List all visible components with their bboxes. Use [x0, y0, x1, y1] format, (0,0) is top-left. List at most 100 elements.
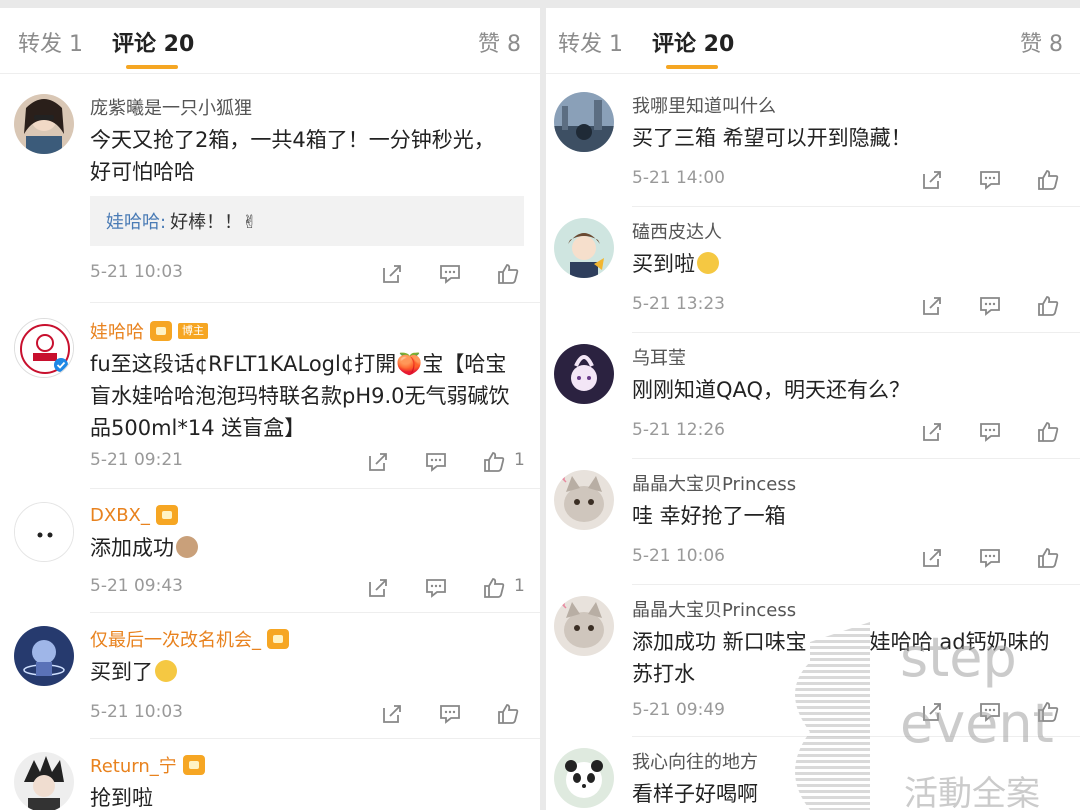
avatar[interactable] [554, 92, 614, 152]
username[interactable]: 磕西皮达人 [632, 218, 722, 244]
share-icon[interactable] [380, 702, 406, 726]
tab-bar: 转发 1 评论 20 赞 8 [0, 8, 540, 74]
tab-comment[interactable]: 评论 20 [652, 26, 734, 58]
reply-text: 好棒！！✌ [170, 212, 258, 233]
comment-text: 今天又抢了2箱，一共4箱了！一分钟秒光，好可怕哈哈 [90, 128, 495, 184]
divider [90, 738, 540, 739]
divider [632, 736, 1080, 737]
comment-meta: 5-21 10:03 [90, 262, 540, 286]
avatar[interactable] [14, 94, 74, 154]
tab-repost[interactable]: 转发 1 [558, 26, 623, 58]
comment-icon[interactable] [424, 576, 450, 600]
comment-icon[interactable] [978, 168, 1004, 192]
share-icon[interactable] [920, 700, 946, 724]
comment-icon[interactable] [978, 546, 1004, 570]
divider [632, 584, 1080, 585]
username[interactable]: 娃哈哈 [90, 318, 144, 344]
like-icon[interactable] [482, 450, 508, 474]
comment-icon[interactable] [424, 450, 450, 474]
comment-meta: 5-21 09:49 [632, 700, 1080, 724]
vip-icon [155, 505, 178, 525]
comment-icon[interactable] [438, 702, 464, 726]
comment-text: 添加成功 [90, 536, 174, 560]
comment-text: fu至这段话¢RFLT1KALogl¢打開🍑宝【哈宝盲水娃哈哈泡泡玛特联名款pH… [90, 352, 510, 440]
share-icon[interactable] [920, 168, 946, 192]
like-count: 1 [514, 576, 525, 596]
comment-meta: 5-21 10:03 [90, 702, 540, 726]
comment-text: 买了三箱 希望可以开到隐藏！ [632, 126, 912, 150]
tab-bar: 转发 1 评论 20 赞 8 [546, 8, 1080, 74]
avatar[interactable] [554, 344, 614, 404]
comment-icon[interactable] [978, 294, 1004, 318]
avatar[interactable] [14, 502, 74, 562]
comment-panel-left: 转发 1 评论 20 赞 8 庞紫曦是一只小狐狸 今天又抢了2箱，一共4箱了！一… [0, 8, 540, 810]
comment-icon[interactable] [978, 700, 1004, 724]
active-tab-indicator [126, 65, 178, 69]
username[interactable]: 我哪里知道叫什么 [632, 92, 776, 118]
like-icon[interactable] [1036, 546, 1062, 570]
like-icon[interactable] [482, 576, 508, 600]
avatar[interactable] [554, 596, 614, 656]
comment-time: 5-21 14:00 [632, 168, 725, 188]
username[interactable]: 仅最后一次改名机会_ [90, 626, 261, 652]
comment-meta: 5-21 09:21 1 [90, 450, 540, 474]
comment-time: 5-21 09:43 [90, 576, 183, 596]
avatar[interactable] [554, 748, 614, 808]
avatar[interactable] [554, 470, 614, 530]
comment-meta: 5-21 12:26 [632, 420, 1080, 444]
like-icon[interactable] [496, 262, 522, 286]
like-count: 1 [514, 450, 525, 470]
username[interactable]: 晶晶大宝贝Princess [632, 470, 796, 496]
comment-text: 添加成功 新口味宝 娃哈哈 ad钙奶味的苏打水 [632, 630, 1050, 686]
comment-text: 买到了 [90, 660, 153, 684]
comment-icon[interactable] [438, 262, 464, 286]
tab-like[interactable]: 赞 8 [1020, 26, 1063, 58]
username[interactable]: 晶晶大宝贝Princess [632, 596, 796, 622]
comment-time: 5-21 09:49 [632, 700, 725, 720]
vip-icon [182, 755, 205, 775]
cat-emoji-icon [176, 536, 198, 558]
reply-username[interactable]: 娃哈哈: [106, 208, 166, 234]
username[interactable]: Return_宁 [90, 752, 177, 778]
reply-box[interactable]: 娃哈哈: 好棒！！✌ [90, 196, 524, 246]
like-icon[interactable] [1036, 420, 1062, 444]
comment-time: 5-21 10:06 [632, 546, 725, 566]
like-icon[interactable] [1036, 294, 1062, 318]
username[interactable]: 乌耳莹 [632, 344, 686, 370]
share-icon[interactable] [920, 546, 946, 570]
share-icon[interactable] [380, 262, 406, 286]
share-icon[interactable] [920, 420, 946, 444]
comment-meta: 5-21 13:23 [632, 294, 1080, 318]
comment-text: 看样子好喝啊 [632, 782, 758, 806]
divider [632, 206, 1080, 207]
tab-comment[interactable]: 评论 20 [112, 26, 194, 58]
avatar[interactable] [554, 218, 614, 278]
like-icon[interactable] [496, 702, 522, 726]
comment-meta: 5-21 14:00 [632, 168, 1080, 192]
laughing-emoji-icon [155, 660, 177, 682]
active-tab-indicator [666, 65, 718, 69]
avatar[interactable] [14, 318, 74, 378]
like-icon[interactable] [1036, 168, 1062, 192]
divider [632, 458, 1080, 459]
share-icon[interactable] [920, 294, 946, 318]
share-icon[interactable] [366, 450, 392, 474]
avatar[interactable] [14, 752, 74, 810]
author-badge: 博主 [178, 323, 208, 339]
tab-like[interactable]: 赞 8 [478, 26, 521, 58]
vip-icon [267, 629, 289, 649]
share-icon[interactable] [366, 576, 392, 600]
comment-icon[interactable] [978, 420, 1004, 444]
comment-meta: 5-21 09:43 1 [90, 576, 540, 600]
username[interactable]: 庞紫曦是一只小狐狸 [90, 94, 252, 120]
comment-text: 抢到啦 [90, 786, 153, 810]
username[interactable]: DXBX_ [90, 505, 150, 526]
like-icon[interactable] [1036, 700, 1062, 724]
comment-text: 哇 幸好抢了一箱 [632, 504, 786, 528]
comment-time: 5-21 10:03 [90, 262, 183, 282]
comment-time: 5-21 09:21 [90, 450, 183, 470]
tab-repost[interactable]: 转发 1 [18, 26, 83, 58]
username[interactable]: 我心向往的地方 [632, 748, 758, 774]
comment-meta: 5-21 10:06 [632, 546, 1080, 570]
avatar[interactable] [14, 626, 74, 686]
